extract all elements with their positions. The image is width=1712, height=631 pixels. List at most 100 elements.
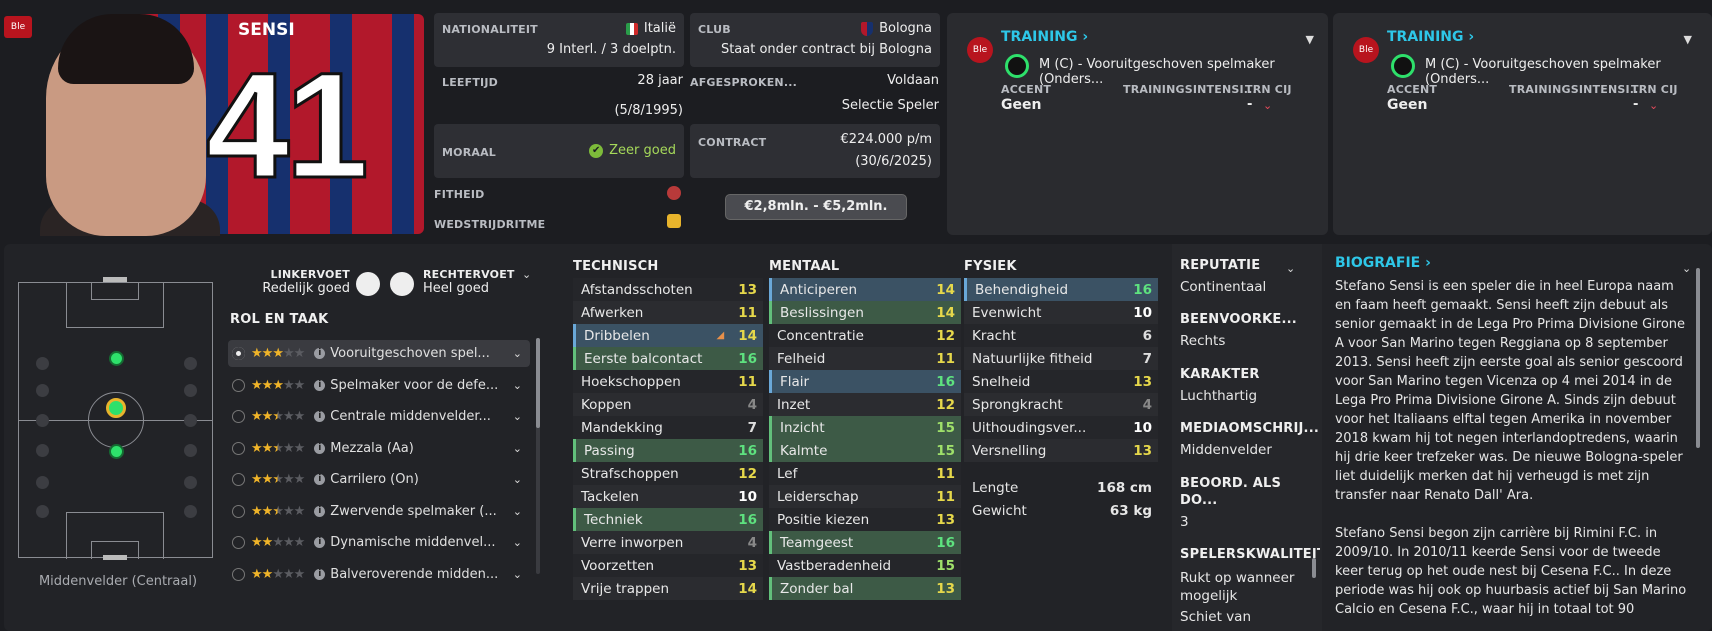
value-range-button[interactable]: €2,8mln. - €5,2mln. [725,194,907,220]
role-item[interactable]: ★★★★★ i Vooruitgeschoven spel... ⌄ [228,340,530,367]
fitness-icon[interactable] [667,186,681,200]
trait-2[interactable]: Schiet van [1180,609,1320,627]
attribute-value: 10 [738,488,757,505]
attribute-row[interactable]: Koppen 4 [573,393,763,416]
info-icon[interactable]: i [314,537,326,548]
attribute-row[interactable]: Strafschoppen 12 [573,462,763,485]
training-title-2[interactable]: TRAINING › [1387,29,1474,45]
attribute-row[interactable]: Afstandsschoten 13 [573,278,763,301]
role-radio[interactable] [232,536,245,549]
attribute-row[interactable]: Inzicht 15 [769,416,961,439]
attribute-row[interactable]: Vrije trappen 14 [573,577,763,600]
biography-scrollbar[interactable] [1696,268,1700,448]
chevron-down-icon[interactable]: ⌄ [1649,99,1658,112]
attribute-row[interactable]: Evenwicht 10 [964,301,1158,324]
club-box[interactable]: CLUB Bologna Staat onder contract bij Bo… [690,13,940,67]
chevron-down-icon[interactable]: ⌄ [1682,262,1691,275]
role-radio[interactable] [232,473,245,486]
role-radio[interactable] [232,567,245,581]
chevron-down-icon[interactable]: ▼ [1306,33,1314,46]
attribute-row[interactable]: Concentratie 12 [769,324,961,347]
attribute-name: Snelheid [972,373,1031,390]
role-item[interactable]: ★★★★★ i Mezzala (Aa) ⌄ [228,435,530,462]
info-icon[interactable]: i [314,442,326,454]
contract-label: CONTRACT [698,136,767,149]
attribute-row[interactable]: Tackelen 10 [573,485,763,508]
chevron-down-icon[interactable]: ⌄ [513,568,522,581]
attribute-row[interactable]: Lef 11 [769,462,961,485]
attribute-row[interactable]: Uithoudingsver... 10 [964,416,1158,439]
role-radio[interactable] [232,441,245,455]
attribute-row[interactable]: Passing 16 [573,439,763,462]
role-radio[interactable] [232,378,245,392]
shirt-number: 41 [205,41,371,209]
attribute-name: Positie kiezen [777,511,870,528]
attribute-row[interactable]: Eerste balcontact 16 [573,347,763,370]
chevron-down-icon[interactable]: ⌄ [513,442,522,455]
role-radio[interactable] [232,504,245,518]
attribute-row[interactable]: Mandekking 7 [573,416,763,439]
attribute-value: 11 [738,373,757,390]
attribute-row[interactable]: Beslissingen 14 [769,301,961,324]
attribute-row[interactable]: Positie kiezen 13 [769,508,961,531]
attribute-row[interactable]: Afwerken 11 [573,301,763,324]
attribute-row[interactable]: Behendigheid 16 [964,278,1158,301]
character-label: KARAKTER [1180,366,1260,382]
biography-title[interactable]: BIOGRAFIE › [1335,255,1431,271]
attribute-row[interactable]: Inzet 12 [769,393,961,416]
chevron-down-icon[interactable]: ⌄ [513,536,522,549]
morale-box[interactable]: MORAAL ✔ Zeer goed [434,124,684,178]
role-name: Centrale middenvelder... [330,409,491,424]
info-icon[interactable]: i [314,568,326,580]
info-icon[interactable]: i [314,348,326,359]
attribute-row[interactable]: Snelheid 13 [964,370,1158,393]
chevron-down-icon[interactable]: ▼ [1684,33,1692,46]
left-boot-icon [356,272,380,296]
chevron-down-icon[interactable]: ⌄ [1263,99,1272,112]
attribute-row[interactable]: Leiderschap 11 [769,485,961,508]
attribute-row[interactable]: Techniek 16 [573,508,763,531]
role-item[interactable]: ★★★★★ i Spelmaker voor de defe... ⌄ [228,372,530,399]
info-icon[interactable]: i [314,474,326,485]
attribute-row[interactable]: Flair 16 [769,370,961,393]
nationality-box[interactable]: NATIONALITEIT Italië 9 Interl. / 3 doelp… [434,13,684,67]
role-item[interactable]: ★★★★★ i Centrale middenvelder... ⌄ [228,403,530,430]
match-rhythm-icon[interactable] [667,214,681,228]
role-radio[interactable] [232,347,245,360]
attribute-row[interactable]: Anticiperen 14 [769,278,961,301]
attribute-row[interactable]: Teamgeest 16 [769,531,961,554]
attribute-row[interactable]: Kracht 6 [964,324,1158,347]
profile-scrollbar[interactable] [1312,558,1316,578]
attribute-row[interactable]: Vastberadenheid 15 [769,554,961,577]
chevron-down-icon[interactable]: ⌄ [513,505,522,518]
attribute-row[interactable]: Sprongkracht 4 [964,393,1158,416]
chevron-down-icon[interactable]: ⌄ [513,473,522,486]
attribute-row[interactable]: Zonder bal 13 [769,577,961,600]
info-icon[interactable]: i [314,505,326,517]
roles-scrollbar[interactable] [536,338,540,574]
attribute-row[interactable]: Natuurlijke fitheid 7 [964,347,1158,370]
contract-box[interactable]: CONTRACT €224.000 p/m (30/6/2025) [690,124,940,178]
role-item[interactable]: ★★★★★ i Dynamische middenvel... ⌄ [228,529,530,556]
mental-title: MENTAAL [769,259,840,274]
trait-1[interactable]: Rukt op wanneer [1180,570,1320,588]
club-badge[interactable]: Ble [4,16,32,38]
attribute-row[interactable]: Kalmte 15 [769,439,961,462]
training-title-1[interactable]: TRAINING › [1001,29,1088,45]
attribute-row[interactable]: Hoekschoppen 11 [573,370,763,393]
attribute-row[interactable]: Versnelling 13 [964,439,1158,462]
chevron-down-icon[interactable]: ⌄ [513,410,522,423]
role-item[interactable]: ★★★★★ i Zwervende spelmaker (... ⌄ [228,498,530,525]
attribute-row[interactable]: Voorzetten 13 [573,554,763,577]
attribute-row[interactable]: Dribbelen ◢ 14 [573,324,763,347]
role-radio[interactable] [232,410,245,423]
chevron-down-icon[interactable]: ⌄ [513,379,522,392]
chevron-down-icon[interactable]: ⌄ [513,347,522,360]
info-icon[interactable]: i [314,411,326,422]
attribute-row[interactable]: Felheid 11 [769,347,961,370]
chevron-down-icon[interactable]: ⌄ [522,268,531,281]
role-item[interactable]: ★★★★★ i Carrilero (On) ⌄ [228,466,530,493]
attribute-row[interactable]: Verre inworpen 4 [573,531,763,554]
info-icon[interactable]: i [314,379,326,391]
role-item[interactable]: ★★★★★ i Balveroverende midden... ⌄ [228,561,530,588]
